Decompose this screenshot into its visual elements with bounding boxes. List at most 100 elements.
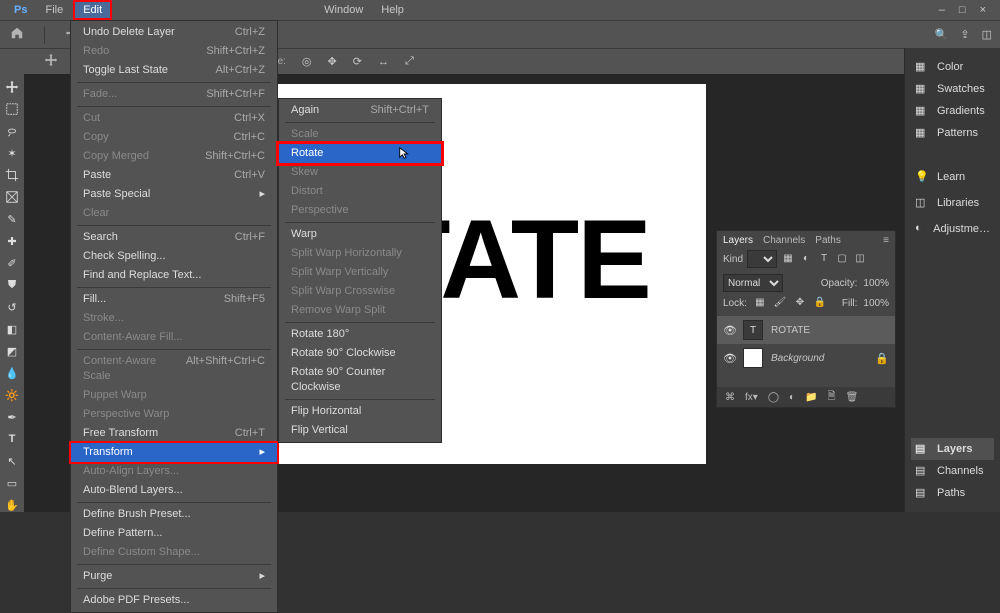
- edit-menu-item[interactable]: Find and Replace Text...: [71, 266, 277, 285]
- rail-item[interactable]: ▤Layers: [911, 438, 994, 460]
- slide-icon[interactable]: ↔: [378, 56, 389, 68]
- delete-layer-icon[interactable]: 🗑: [846, 392, 859, 403]
- visibility-icon[interactable]: 👁: [723, 352, 735, 365]
- layer-row[interactable]: 👁Background🔒: [717, 344, 895, 372]
- rail-item[interactable]: ▤Paths: [911, 482, 994, 504]
- transform-menu-item[interactable]: Rotate 180°: [279, 325, 441, 344]
- lock-pixels-icon[interactable]: 🖌: [773, 296, 787, 310]
- transform-menu-item[interactable]: Rotate 90° Counter Clockwise: [279, 363, 441, 397]
- edit-menu-item[interactable]: SearchCtrl+F: [71, 228, 277, 247]
- roll-icon[interactable]: ⟳: [353, 55, 362, 68]
- close-button[interactable]: ×: [980, 4, 986, 16]
- layer-row[interactable]: 👁TROTATE: [717, 316, 895, 344]
- edit-menu-item[interactable]: Transform▸: [71, 443, 277, 462]
- search-icon[interactable]: 🔍: [935, 28, 949, 41]
- eraser-tool[interactable]: ◧: [4, 322, 20, 336]
- wand-tool[interactable]: ✶: [4, 146, 20, 160]
- stamp-tool[interactable]: ⛊: [4, 278, 20, 292]
- mouse-cursor-icon: [398, 146, 412, 160]
- layers-panel-tab-channels[interactable]: Channels: [763, 235, 805, 246]
- lock-trans-icon[interactable]: ▦: [753, 296, 767, 310]
- transform-menu-item: Split Warp Horizontally: [279, 244, 441, 263]
- filter-pixel-icon[interactable]: ▦: [781, 252, 795, 266]
- edit-menu-item[interactable]: Adobe PDF Presets...: [71, 591, 277, 610]
- minimize-button[interactable]: –: [939, 4, 945, 16]
- edit-menu-item[interactable]: Toggle Last StateAlt+Ctrl+Z: [71, 61, 277, 80]
- rail-item[interactable]: ▦Color: [911, 56, 994, 78]
- healing-tool[interactable]: ✚: [4, 234, 20, 248]
- rail-item[interactable]: ▦Patterns: [911, 122, 994, 144]
- frame-tool[interactable]: [4, 190, 20, 204]
- fill-value[interactable]: 100%: [863, 298, 889, 309]
- layers-kind-select[interactable]: [747, 250, 777, 268]
- share-icon[interactable]: ⇪: [960, 28, 969, 41]
- rail-learn[interactable]: 💡Learn: [911, 166, 994, 188]
- rail-item[interactable]: ▤Channels: [911, 460, 994, 482]
- workspace-icon[interactable]: ◫: [982, 28, 992, 41]
- blur-tool[interactable]: 💧: [4, 366, 20, 380]
- transform-menu-item[interactable]: Warp: [279, 225, 441, 244]
- hand-tool[interactable]: ✋: [4, 498, 20, 512]
- fx-icon[interactable]: fx▾: [745, 392, 758, 403]
- edit-menu-item[interactable]: Define Brush Preset...: [71, 505, 277, 524]
- link-layers-icon[interactable]: ⌘: [725, 392, 735, 403]
- filter-smart-icon[interactable]: ◫: [853, 252, 867, 266]
- new-layer-icon[interactable]: 🗎: [828, 389, 836, 406]
- edit-menu-item[interactable]: Free TransformCtrl+T: [71, 424, 277, 443]
- group-icon[interactable]: 📁: [805, 392, 817, 403]
- edit-menu-item[interactable]: Undo Delete LayerCtrl+Z: [71, 23, 277, 42]
- rail-adjustments[interactable]: ◐Adjustme…: [911, 218, 994, 240]
- transform-menu-item[interactable]: Flip Horizontal: [279, 402, 441, 421]
- history-brush-tool[interactable]: ↺: [4, 300, 20, 314]
- shape-tool[interactable]: ▭: [4, 476, 20, 490]
- layers-panel-tab-paths[interactable]: Paths: [815, 235, 841, 246]
- dodge-tool[interactable]: 🔆: [4, 388, 20, 402]
- filter-type-icon[interactable]: T: [817, 252, 831, 266]
- move-tool-icon[interactable]: [44, 53, 58, 70]
- edit-menu-item[interactable]: Define Pattern...: [71, 524, 277, 543]
- transform-menu-item[interactable]: Rotate 90° Clockwise: [279, 344, 441, 363]
- move-tool[interactable]: [4, 80, 20, 94]
- adjustment-layer-icon[interactable]: ◐: [789, 392, 795, 403]
- gradient-tool[interactable]: ◩: [4, 344, 20, 358]
- edit-menu-item[interactable]: Paste Special▸: [71, 185, 277, 204]
- layers-panel-tab-layers[interactable]: Layers: [723, 235, 753, 246]
- rail-item[interactable]: ▦Gradients: [911, 100, 994, 122]
- pen-tool[interactable]: ✒: [4, 410, 20, 424]
- lock-pos-icon[interactable]: ✥: [793, 296, 807, 310]
- marquee-tool[interactable]: [4, 102, 20, 116]
- menu-window[interactable]: Window: [316, 2, 371, 18]
- menu-file[interactable]: File: [37, 2, 71, 18]
- transform-menu-item[interactable]: Rotate: [279, 144, 441, 163]
- type-tool[interactable]: T: [4, 432, 20, 446]
- opacity-value[interactable]: 100%: [863, 278, 889, 289]
- mask-icon[interactable]: ◯: [768, 392, 779, 403]
- edit-menu-item[interactable]: PasteCtrl+V: [71, 166, 277, 185]
- pan-icon[interactable]: ✥: [328, 55, 337, 68]
- menu-help[interactable]: Help: [373, 2, 412, 18]
- blend-mode-select[interactable]: Normal: [723, 274, 783, 292]
- path-tool[interactable]: ↖: [4, 454, 20, 468]
- transform-menu-item[interactable]: Flip Vertical: [279, 421, 441, 440]
- transform-menu-item[interactable]: AgainShift+Ctrl+T: [279, 101, 441, 120]
- scale-icon[interactable]: ⤢: [405, 55, 414, 68]
- edit-menu-item[interactable]: Check Spelling...: [71, 247, 277, 266]
- crop-tool[interactable]: [4, 168, 20, 182]
- menu-edit[interactable]: Edit: [73, 0, 112, 20]
- edit-menu-item[interactable]: Auto-Blend Layers...: [71, 481, 277, 500]
- edit-menu-item[interactable]: Fill...Shift+F5: [71, 290, 277, 309]
- rail-libraries[interactable]: ◫Libraries: [911, 192, 994, 214]
- maximize-button[interactable]: □: [959, 4, 966, 16]
- rail-item[interactable]: ▦Swatches: [911, 78, 994, 100]
- visibility-icon[interactable]: 👁: [723, 324, 735, 337]
- edit-menu-item[interactable]: Purge▸: [71, 567, 277, 586]
- lock-all-icon[interactable]: 🔒: [813, 296, 827, 310]
- orbit-icon[interactable]: ◎: [302, 55, 312, 68]
- filter-shape-icon[interactable]: ▢: [835, 252, 849, 266]
- eyedropper-tool[interactable]: ✎: [4, 212, 20, 226]
- home-icon[interactable]: [10, 26, 24, 43]
- brush-tool[interactable]: ✐: [4, 256, 20, 270]
- panel-menu-icon[interactable]: ≡: [883, 235, 889, 246]
- lasso-tool[interactable]: [4, 124, 20, 138]
- filter-adjust-icon[interactable]: ◐: [799, 252, 813, 266]
